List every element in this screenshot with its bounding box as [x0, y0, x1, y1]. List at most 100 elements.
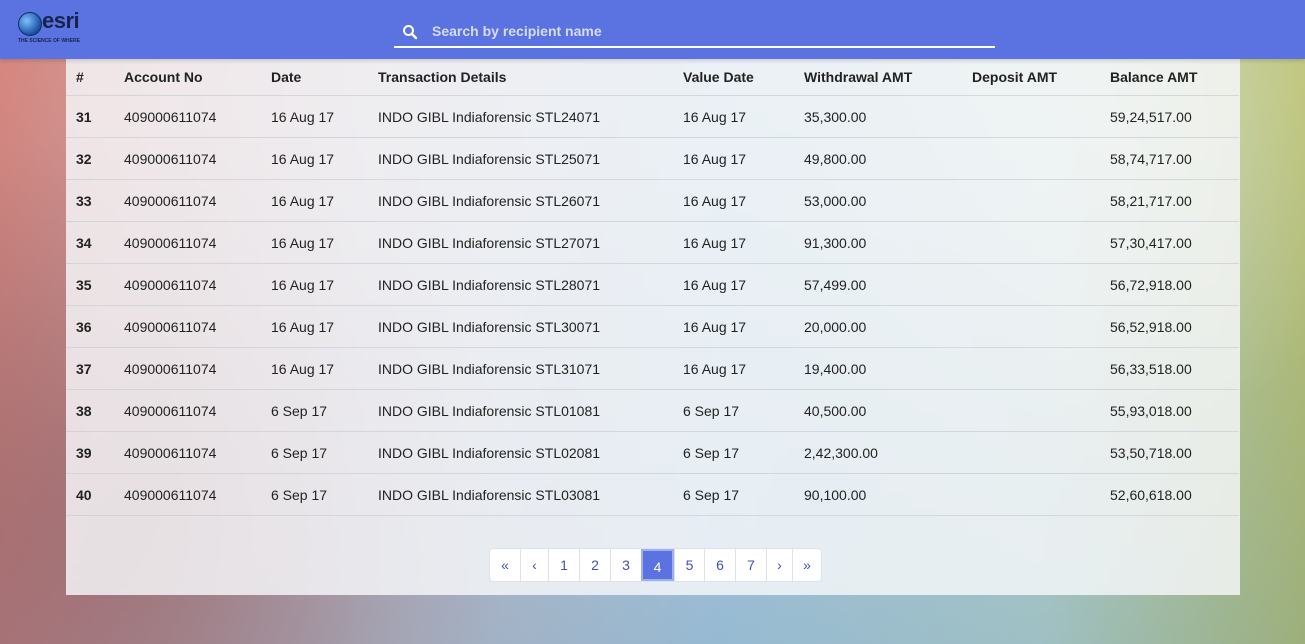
cell-date: 16 Aug 17 [271, 263, 378, 306]
pagination: « ‹ 1 2 3 4 5 6 7 › » [489, 548, 822, 582]
table-row[interactable]: 40 409000611074 6 Sep 17 INDO GIBL India… [66, 473, 1239, 516]
column-header-transaction-details[interactable]: Transaction Details [378, 59, 683, 96]
column-header-account-no[interactable]: Account No [124, 59, 271, 96]
cell-account-no: 409000611074 [124, 347, 271, 390]
cell-value-date: 16 Aug 17 [683, 305, 804, 348]
cell-index: 31 [66, 95, 124, 138]
cell-value-date: 16 Aug 17 [683, 95, 804, 138]
cell-index: 34 [66, 221, 124, 264]
top-bar: esri THE SCIENCE OF WHERE [0, 0, 1305, 59]
page-5-button[interactable]: 5 [674, 549, 704, 581]
table-row[interactable]: 39 409000611074 6 Sep 17 INDO GIBL India… [66, 431, 1239, 474]
cell-index: 32 [66, 137, 124, 180]
cell-deposit-amt [972, 179, 1110, 222]
page-2-button[interactable]: 2 [579, 549, 610, 581]
cell-transaction-details: INDO GIBL Indiaforensic STL31071 [378, 347, 683, 390]
cell-date: 16 Aug 17 [271, 305, 378, 348]
page-3-button[interactable]: 3 [610, 549, 641, 581]
cell-account-no: 409000611074 [124, 95, 271, 138]
cell-index: 39 [66, 431, 124, 474]
column-header-deposit-amt[interactable]: Deposit AMT [972, 59, 1110, 96]
page-4-button-active[interactable]: 4 [641, 549, 674, 581]
cell-transaction-details: INDO GIBL Indiaforensic STL25071 [378, 137, 683, 180]
cell-balance-amt: 56,33,518.00 [1110, 347, 1239, 390]
cell-index: 38 [66, 389, 124, 432]
cell-withdrawal-amt: 90,100.00 [804, 473, 972, 516]
cell-transaction-details: INDO GIBL Indiaforensic STL27071 [378, 221, 683, 264]
column-header-index[interactable]: # [66, 59, 124, 96]
cell-withdrawal-amt: 19,400.00 [804, 347, 972, 390]
cell-balance-amt: 52,60,618.00 [1110, 473, 1239, 516]
table-row[interactable]: 33 409000611074 16 Aug 17 INDO GIBL Indi… [66, 179, 1239, 222]
cell-account-no: 409000611074 [124, 221, 271, 264]
cell-deposit-amt [972, 431, 1110, 474]
table-row[interactable]: 37 409000611074 16 Aug 17 INDO GIBL Indi… [66, 347, 1239, 390]
cell-index: 40 [66, 473, 124, 516]
cell-index: 36 [66, 305, 124, 348]
cell-date: 16 Aug 17 [271, 179, 378, 222]
cell-account-no: 409000611074 [124, 473, 271, 516]
page-7-button[interactable]: 7 [735, 549, 766, 581]
cell-deposit-amt [972, 95, 1110, 138]
search-icon [403, 25, 418, 40]
cell-value-date: 6 Sep 17 [683, 473, 804, 516]
table-row[interactable]: 35 409000611074 16 Aug 17 INDO GIBL Indi… [66, 263, 1239, 306]
cell-withdrawal-amt: 2,42,300.00 [804, 431, 972, 474]
transactions-table: # Account No Date Transaction Details Va… [66, 59, 1239, 516]
cell-date: 6 Sep 17 [271, 473, 378, 516]
logo-tagline: THE SCIENCE OF WHERE [18, 38, 80, 44]
cell-value-date: 6 Sep 17 [683, 389, 804, 432]
cell-balance-amt: 57,30,417.00 [1110, 221, 1239, 264]
cell-withdrawal-amt: 91,300.00 [804, 221, 972, 264]
previous-page-button[interactable]: ‹ [520, 549, 548, 581]
cell-balance-amt: 55,93,018.00 [1110, 389, 1239, 432]
search-input[interactable] [430, 18, 989, 44]
table-row[interactable]: 36 409000611074 16 Aug 17 INDO GIBL Indi… [66, 305, 1239, 348]
cell-value-date: 16 Aug 17 [683, 137, 804, 180]
cell-value-date: 16 Aug 17 [683, 263, 804, 306]
page-1-button[interactable]: 1 [548, 549, 579, 581]
cell-deposit-amt [972, 389, 1110, 432]
cell-account-no: 409000611074 [124, 431, 271, 474]
cell-withdrawal-amt: 35,300.00 [804, 95, 972, 138]
cell-account-no: 409000611074 [124, 263, 271, 306]
table-row[interactable]: 32 409000611074 16 Aug 17 INDO GIBL Indi… [66, 137, 1239, 180]
cell-withdrawal-amt: 57,499.00 [804, 263, 972, 306]
cell-index: 37 [66, 347, 124, 390]
cell-deposit-amt [972, 221, 1110, 264]
page-6-button[interactable]: 6 [704, 549, 735, 581]
transactions-panel: # Account No Date Transaction Details Va… [66, 59, 1240, 595]
first-page-button[interactable]: « [490, 549, 520, 581]
cell-balance-amt: 59,24,517.00 [1110, 95, 1239, 138]
table-row[interactable]: 31 409000611074 16 Aug 17 INDO GIBL Indi… [66, 95, 1239, 138]
cell-value-date: 6 Sep 17 [683, 431, 804, 474]
cell-balance-amt: 58,74,717.00 [1110, 137, 1239, 180]
cell-deposit-amt [972, 137, 1110, 180]
next-page-button[interactable]: › [766, 549, 792, 581]
cell-balance-amt: 56,72,918.00 [1110, 263, 1239, 306]
column-header-balance-amt[interactable]: Balance AMT [1110, 59, 1239, 96]
cell-value-date: 16 Aug 17 [683, 179, 804, 222]
cell-withdrawal-amt: 40,500.00 [804, 389, 972, 432]
cell-account-no: 409000611074 [124, 179, 271, 222]
cell-index: 33 [66, 179, 124, 222]
cell-date: 16 Aug 17 [271, 347, 378, 390]
column-header-date[interactable]: Date [271, 59, 378, 96]
cell-balance-amt: 58,21,717.00 [1110, 179, 1239, 222]
cell-transaction-details: INDO GIBL Indiaforensic STL01081 [378, 389, 683, 432]
cell-withdrawal-amt: 49,800.00 [804, 137, 972, 180]
cell-balance-amt: 56,52,918.00 [1110, 305, 1239, 348]
cell-transaction-details: INDO GIBL Indiaforensic STL24071 [378, 95, 683, 138]
cell-transaction-details: INDO GIBL Indiaforensic STL30071 [378, 305, 683, 348]
cell-value-date: 16 Aug 17 [683, 221, 804, 264]
cell-index: 35 [66, 263, 124, 306]
column-header-withdrawal-amt[interactable]: Withdrawal AMT [804, 59, 972, 96]
esri-logo[interactable]: esri THE SCIENCE OF WHERE [18, 8, 88, 46]
column-header-value-date[interactable]: Value Date [683, 59, 804, 96]
cell-account-no: 409000611074 [124, 389, 271, 432]
cell-deposit-amt [972, 473, 1110, 516]
table-header-row: # Account No Date Transaction Details Va… [66, 59, 1239, 96]
table-row[interactable]: 34 409000611074 16 Aug 17 INDO GIBL Indi… [66, 221, 1239, 264]
table-row[interactable]: 38 409000611074 6 Sep 17 INDO GIBL India… [66, 389, 1239, 432]
last-page-button[interactable]: » [792, 549, 821, 581]
